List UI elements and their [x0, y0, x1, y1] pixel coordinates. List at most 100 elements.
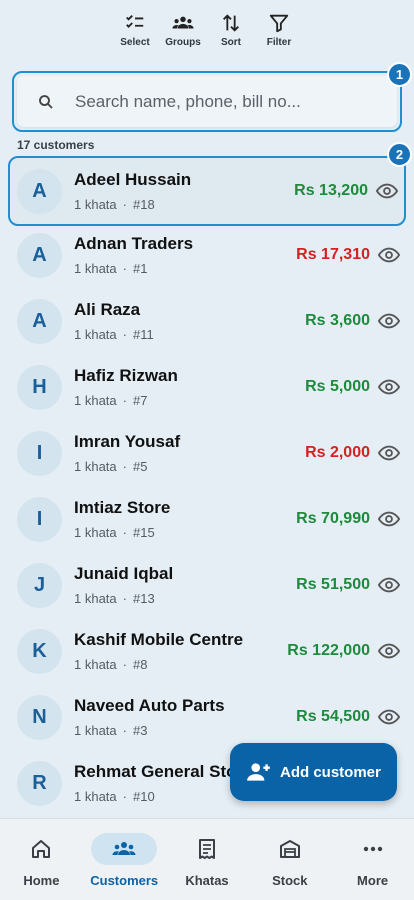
customer-row[interactable]: N Naveed Auto Parts 1 khata · #3 Rs 54,500	[0, 684, 414, 750]
customer-name: Ali Raza	[74, 300, 141, 319]
customer-name: Hafiz Rizwan	[74, 366, 178, 385]
filter-label: Filter	[266, 37, 292, 48]
bill-number: #3	[133, 723, 148, 738]
nav-khatas-label: Khatas	[185, 873, 229, 888]
customer-meta: 1 khata · #15	[74, 525, 264, 540]
khata-count: 1 khata	[74, 393, 117, 408]
separator-dot: ·	[122, 525, 127, 540]
balance-amount: Rs 2,000	[305, 444, 370, 461]
customer-row[interactable]: I Imtiaz Store 1 khata · #15 Rs 70,990	[0, 486, 414, 552]
bill-number: #13	[133, 591, 155, 606]
select-label: Select	[120, 37, 150, 48]
avatar: A	[17, 298, 62, 344]
search-icon	[39, 94, 53, 109]
avatar: A	[17, 168, 62, 214]
nav-customers[interactable]: Customers	[83, 819, 166, 900]
checklist-icon	[126, 15, 144, 28]
eye-icon[interactable]	[378, 244, 400, 266]
balance-amount: Rs 54,500	[296, 708, 370, 725]
avatar: I	[17, 496, 62, 542]
customer-meta: 1 khata · #1	[74, 261, 264, 276]
filter-button[interactable]: Filter	[260, 12, 298, 56]
nav-more-label: More	[357, 873, 389, 888]
sort-icon	[223, 14, 239, 32]
customer-name: Adeel Hussain	[74, 170, 192, 189]
customer-list: A Adeel Hussain 1 khata · #18 Rs 13,200 2 …	[0, 142, 414, 816]
bill-number: #7	[133, 393, 148, 408]
khata-count: 1 khata	[74, 327, 117, 342]
customer-row[interactable]: K Kashif Mobile Centre 1 khata · #8 Rs 122…	[0, 618, 414, 684]
customer-row[interactable]: A Ali Raza 1 khata · #11 Rs 3,600	[0, 288, 414, 354]
select-button[interactable]: Select	[116, 12, 154, 56]
khata-count: 1 khata	[74, 657, 117, 672]
nav-khatas[interactable]: Khatas	[166, 819, 249, 900]
customer-name: Kashif Mobile Centre	[74, 630, 244, 649]
balance-amount: Rs 51,500	[296, 576, 370, 593]
nav-stock[interactable]: Stock	[248, 819, 331, 900]
receipt-icon	[198, 839, 215, 859]
customer-meta: 1 khata · #5	[74, 459, 264, 474]
nav-more[interactable]: More	[331, 819, 414, 900]
customer-row[interactable]: A Adeel Hussain 1 khata · #18 Rs 13,200	[8, 156, 406, 226]
customer-name: Junaid Iqbal	[74, 564, 174, 583]
customer-name: Naveed Auto Parts	[74, 696, 225, 715]
bill-number: #10	[133, 789, 155, 804]
balance-amount: Rs 122,000	[287, 642, 370, 659]
eye-icon[interactable]	[378, 640, 400, 662]
avatar: H	[17, 364, 62, 410]
search-bar[interactable]	[17, 76, 397, 127]
customer-name: Imran Yousaf	[74, 432, 181, 451]
bill-number: #18	[133, 197, 155, 212]
eye-icon[interactable]	[378, 706, 400, 728]
warehouse-icon	[279, 840, 300, 858]
search-highlight	[12, 71, 402, 132]
eye-icon[interactable]	[378, 310, 400, 332]
balance-amount: Rs 70,990	[296, 510, 370, 527]
eye-icon[interactable]	[378, 574, 400, 596]
bill-number: #5	[133, 459, 148, 474]
khata-count: 1 khata	[74, 789, 117, 804]
filter-icon	[269, 14, 289, 33]
groups-label: Groups	[165, 37, 201, 48]
customer-meta: 1 khata · #18	[74, 197, 264, 212]
bill-number: #11	[133, 327, 154, 342]
balance-amount: Rs 17,310	[296, 246, 370, 263]
avatar: J	[17, 562, 62, 608]
customer-meta: 1 khata · #8	[74, 657, 274, 672]
avatar: R	[17, 760, 62, 806]
customer-row[interactable]: H Hafiz Rizwan 1 khata · #7 Rs 5,000	[0, 354, 414, 420]
customer-row[interactable]: J Junaid Iqbal 1 khata · #13 Rs 51,500	[0, 552, 414, 618]
search-input[interactable]	[75, 91, 375, 112]
separator-dot: ·	[122, 657, 127, 672]
customer-row[interactable]: A Adnan Traders 1 khata · #1 Rs 17,310	[0, 222, 414, 288]
avatar: K	[17, 628, 62, 674]
khata-count: 1 khata	[74, 723, 117, 738]
separator-dot: ·	[122, 261, 127, 276]
customer-name: Adnan Traders	[74, 234, 194, 253]
avatar: A	[17, 232, 62, 278]
eye-icon[interactable]	[378, 442, 400, 464]
balance-amount: Rs 13,200	[294, 182, 368, 199]
separator-dot: ·	[122, 327, 127, 342]
eye-icon[interactable]	[376, 180, 398, 202]
balance-amount: Rs 3,600	[305, 312, 370, 329]
eye-icon[interactable]	[378, 376, 400, 398]
separator-dot: ·	[122, 393, 127, 408]
separator-dot: ·	[122, 459, 127, 474]
bill-number: #8	[133, 657, 148, 672]
eye-icon[interactable]	[378, 508, 400, 530]
more-icon	[363, 846, 382, 852]
separator-dot: ·	[122, 723, 127, 738]
top-toolbar: Select Groups Sort Filter	[0, 12, 414, 56]
separator-dot: ·	[122, 789, 127, 804]
add-customer-button[interactable]: Add customer	[230, 743, 397, 801]
person-add-icon	[247, 763, 270, 781]
sort-button[interactable]: Sort	[212, 12, 250, 56]
avatar: I	[17, 430, 62, 476]
nav-home[interactable]: Home	[0, 819, 83, 900]
customer-meta: 1 khata · #3	[74, 723, 264, 738]
separator-dot: ·	[122, 591, 127, 606]
customer-meta: 1 khata · #11	[74, 327, 264, 342]
customer-row[interactable]: I Imran Yousaf 1 khata · #5 Rs 2,000	[0, 420, 414, 486]
groups-button[interactable]: Groups	[164, 12, 202, 56]
